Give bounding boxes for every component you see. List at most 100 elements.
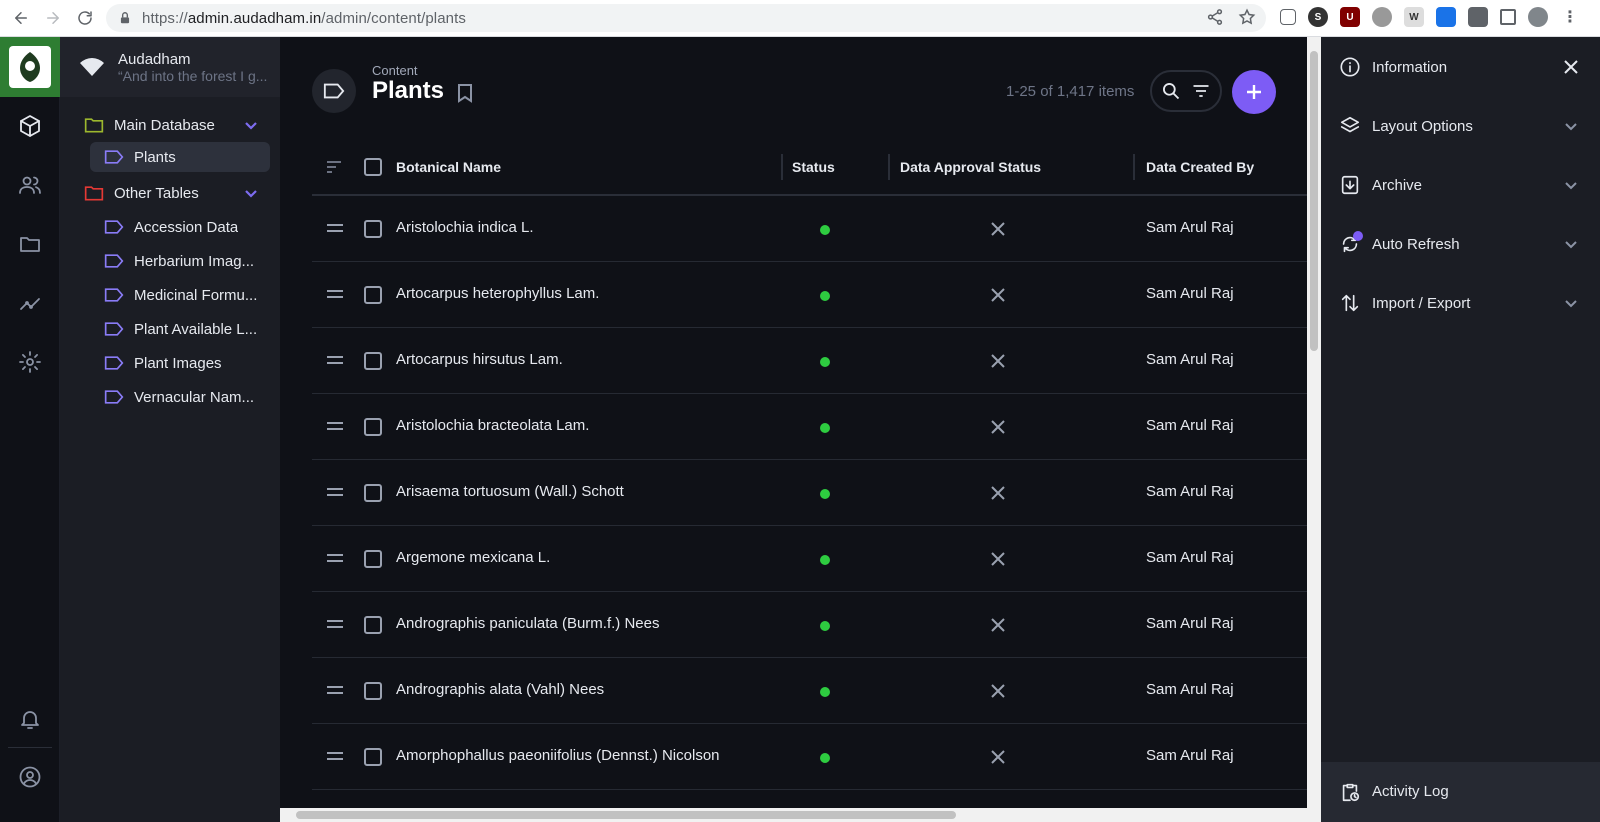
- chevron-down-icon[interactable]: [244, 118, 258, 132]
- column-resize-handle[interactable]: [888, 154, 890, 180]
- notifications-button[interactable]: [18, 707, 42, 731]
- puzzle-blue-extension-icon[interactable]: [1436, 7, 1456, 27]
- drag-handle-icon[interactable]: [327, 685, 343, 695]
- users-module-button[interactable]: [18, 173, 42, 197]
- shield-extension-icon[interactable]: S: [1308, 7, 1328, 27]
- drag-handle-icon[interactable]: [327, 487, 343, 497]
- collection-icon-button[interactable]: [312, 69, 356, 113]
- table-row[interactable]: Artocarpus hirsutus Lam. Sam Arul Raj: [312, 328, 1307, 394]
- settings-module-button[interactable]: [18, 350, 42, 374]
- row-checkbox[interactable]: [364, 286, 382, 304]
- close-icon[interactable]: [1562, 58, 1580, 76]
- horizontal-scrollbar[interactable]: [280, 808, 1307, 822]
- column-header-data-approval-status[interactable]: Data Approval Status: [900, 159, 1041, 175]
- insights-module-button[interactable]: [18, 291, 42, 315]
- label-icon: [104, 288, 124, 302]
- create-item-button[interactable]: [1232, 70, 1276, 114]
- activity-log-button[interactable]: Activity Log: [1321, 762, 1600, 822]
- chevron-down-icon[interactable]: [244, 186, 258, 200]
- sidebar-layout-options[interactable]: Layout Options: [1321, 96, 1600, 156]
- select-all-checkbox[interactable]: [364, 158, 382, 176]
- nav-item-plants[interactable]: Plants: [90, 142, 270, 172]
- win-extension-icon[interactable]: W: [1404, 7, 1424, 27]
- close-icon: [991, 486, 1005, 500]
- nav-item-vernacular-names[interactable]: Vernacular Nam...: [90, 382, 270, 412]
- chevron-down-icon: [1564, 237, 1578, 251]
- column-header-status[interactable]: Status: [792, 159, 835, 175]
- address-bar[interactable]: https://admin.audadham.in/admin/content/…: [106, 4, 1266, 32]
- nav-item-plant-available-locations[interactable]: Plant Available L...: [90, 314, 270, 344]
- nav-group-other-tables[interactable]: Other Tables: [84, 178, 272, 208]
- screenshot-extension-icon[interactable]: [1280, 9, 1296, 25]
- nav-group-main-database[interactable]: Main Database: [84, 110, 272, 140]
- files-module-button[interactable]: [18, 232, 42, 256]
- drag-handle-icon[interactable]: [327, 289, 343, 299]
- table-row[interactable]: Amorphophallus paeoniifolius (Dennst.) N…: [312, 724, 1307, 790]
- drag-handle-icon[interactable]: [327, 553, 343, 563]
- column-resize-handle[interactable]: [781, 154, 783, 180]
- column-header-data-created-by[interactable]: Data Created By: [1146, 159, 1254, 175]
- column-header-botanical-name[interactable]: Botanical Name: [396, 159, 501, 175]
- feather-extension-icon[interactable]: [1372, 7, 1392, 27]
- sort-icon[interactable]: [326, 160, 342, 174]
- extensions-icon[interactable]: [1468, 7, 1488, 27]
- drag-handle-icon[interactable]: [327, 619, 343, 629]
- content-module-button[interactable]: [18, 114, 42, 138]
- sidebar-import-export[interactable]: Import / Export: [1321, 273, 1600, 333]
- nav-item-accession-data[interactable]: Accession Data: [90, 212, 270, 242]
- vertical-scrollbar[interactable]: [1307, 37, 1321, 822]
- profile-avatar-icon[interactable]: [1528, 7, 1548, 27]
- nav-item-plant-images[interactable]: Plant Images: [90, 348, 270, 378]
- column-resize-handle[interactable]: [1133, 154, 1135, 180]
- row-checkbox[interactable]: [364, 484, 382, 502]
- table-row[interactable]: Artocarpus heterophyllus Lam. Sam Arul R…: [312, 262, 1307, 328]
- table-row[interactable]: Andrographis alata (Vahl) Nees Sam Arul …: [312, 658, 1307, 724]
- drag-handle-icon[interactable]: [327, 751, 343, 761]
- sidebar-archive[interactable]: Archive: [1321, 155, 1600, 215]
- search-icon[interactable]: [1161, 81, 1181, 101]
- row-checkbox[interactable]: [364, 748, 382, 766]
- sidebar-auto-refresh[interactable]: Auto Refresh: [1321, 214, 1600, 274]
- table-row[interactable]: Arisaema tortuosum (Wall.) Schott Sam Ar…: [312, 460, 1307, 526]
- table-row[interactable]: Aristolochia bracteolata Lam. Sam Arul R…: [312, 394, 1307, 460]
- row-checkbox[interactable]: [364, 220, 382, 238]
- table-row[interactable]: Argemone mexicana L. Sam Arul Raj: [312, 526, 1307, 592]
- label-icon: [323, 83, 345, 99]
- row-checkbox[interactable]: [364, 418, 382, 436]
- nav-item-medicinal-formulations[interactable]: Medicinal Formu...: [90, 280, 270, 310]
- star-icon[interactable]: [1238, 8, 1256, 26]
- horizontal-scrollbar-thumb[interactable]: [296, 811, 956, 819]
- reload-button[interactable]: [70, 3, 100, 33]
- created-by-cell: Sam Arul Raj: [1146, 681, 1234, 698]
- drag-handle-icon[interactable]: [327, 223, 343, 233]
- forward-button[interactable]: [38, 3, 68, 33]
- close-icon: [991, 354, 1005, 368]
- table-row[interactable]: Aristolochia indica L. Sam Arul Raj: [312, 196, 1307, 262]
- menu-kebab-icon[interactable]: ⋮: [1560, 7, 1580, 27]
- table-row[interactable]: Andrographis paniculata (Burm.f.) Nees S…: [312, 592, 1307, 658]
- sidepanel-icon[interactable]: [1500, 9, 1516, 25]
- nav-item-herbarium-images[interactable]: Herbarium Imag...: [90, 246, 270, 276]
- created-by-cell: Sam Arul Raj: [1146, 615, 1234, 632]
- user-account-button[interactable]: [18, 765, 42, 789]
- search-filter-bar[interactable]: [1150, 70, 1222, 112]
- project-header[interactable]: Audadham “And into the forest I g...: [60, 37, 280, 97]
- drag-handle-icon[interactable]: [327, 355, 343, 365]
- row-checkbox[interactable]: [364, 682, 382, 700]
- drag-handle-icon[interactable]: [327, 421, 343, 431]
- created-by-cell: Sam Arul Raj: [1146, 351, 1234, 368]
- breadcrumb[interactable]: Content: [372, 63, 418, 78]
- close-icon: [991, 684, 1005, 698]
- filter-icon[interactable]: [1191, 81, 1211, 101]
- row-checkbox[interactable]: [364, 550, 382, 568]
- row-checkbox[interactable]: [364, 616, 382, 634]
- share-icon[interactable]: [1206, 8, 1224, 26]
- bookmark-icon[interactable]: [456, 83, 474, 103]
- back-button[interactable]: [6, 3, 36, 33]
- row-checkbox[interactable]: [364, 352, 382, 370]
- ublock-extension-icon[interactable]: U: [1340, 7, 1360, 27]
- sidebar-information[interactable]: Information: [1321, 37, 1600, 97]
- project-logo[interactable]: [0, 37, 60, 97]
- nav-item-label: Vernacular Nam...: [134, 388, 255, 406]
- vertical-scrollbar-thumb[interactable]: [1310, 51, 1318, 351]
